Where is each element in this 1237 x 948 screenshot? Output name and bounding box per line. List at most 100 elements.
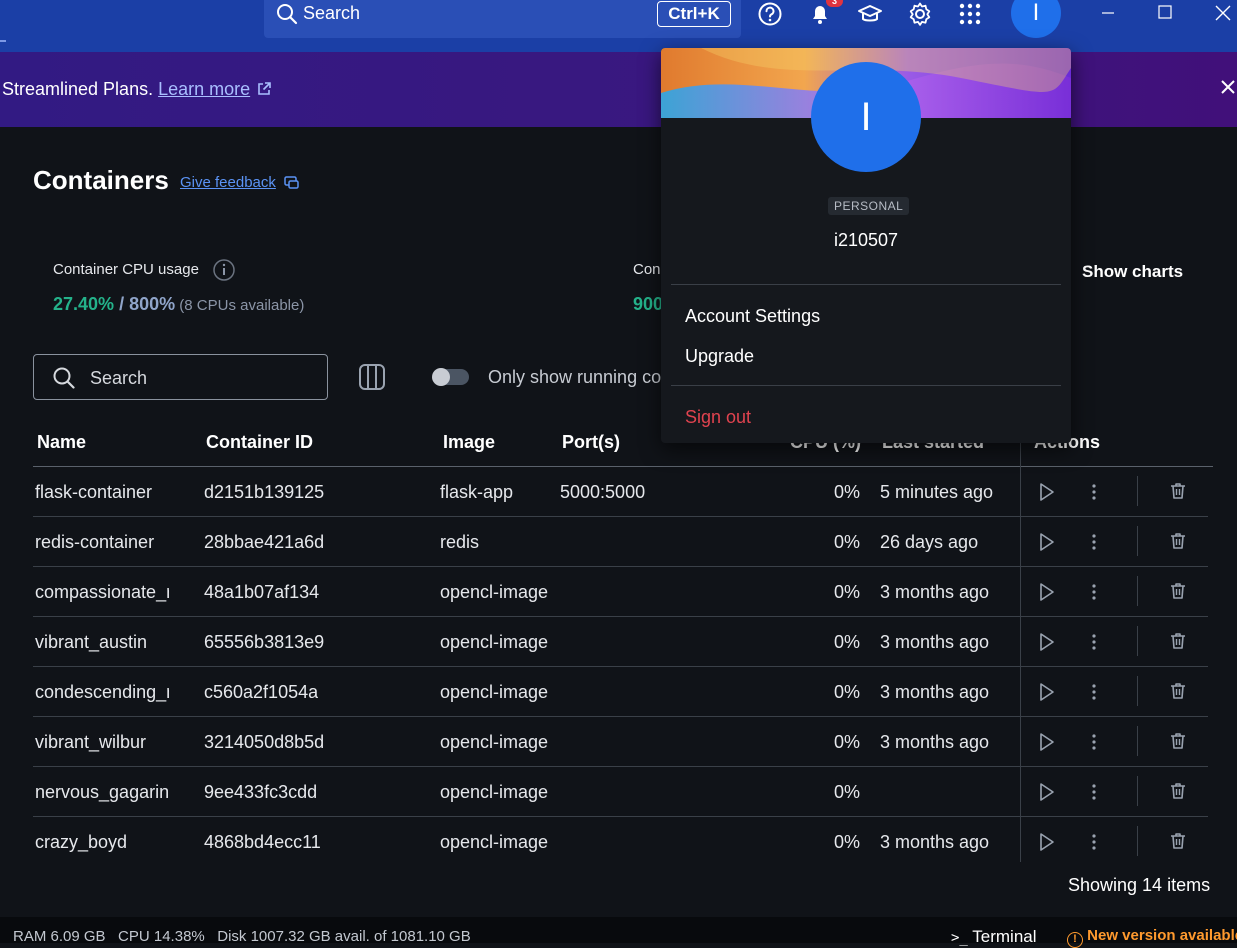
more-options-icon[interactable]	[1091, 682, 1097, 702]
account-menu: I PERSONAL i210507 Account Settings Upgr…	[661, 48, 1071, 443]
help-icon[interactable]	[757, 1, 783, 27]
table-row[interactable]: vibrant_austin 65556b3813e9 opencl-image 0%…	[33, 617, 1213, 667]
status-bar: RAM 6.09 GB CPU 14.38% Disk 1007.32 GB a…	[0, 917, 1237, 948]
columns-icon[interactable]	[358, 363, 386, 391]
container-image[interactable]: opencl-image	[440, 682, 548, 703]
more-options-icon[interactable]	[1091, 782, 1097, 802]
table-row[interactable]: vibrant_wilbur 3214050d8b5d opencl-image 0%…	[33, 717, 1213, 767]
container-name[interactable]: redis-container	[35, 532, 169, 553]
start-icon[interactable]	[1038, 782, 1056, 802]
table-row[interactable]: redis-container 28bbae421a6d redis 0% 26 day…	[33, 517, 1213, 567]
resource-usage: RAM 6.09 GB CPU 14.38% Disk 1007.32 GB a…	[13, 928, 471, 945]
gear-icon[interactable]	[907, 1, 933, 27]
container-id: 4868bd4ecc11	[204, 832, 321, 852]
container-image[interactable]: opencl-image	[440, 782, 548, 803]
items-count: Showing 14 items	[1068, 875, 1211, 895]
feedback-icon[interactable]	[284, 176, 299, 190]
delete-icon[interactable]	[1168, 831, 1188, 851]
container-image[interactable]: opencl-image	[440, 732, 548, 753]
table-row[interactable]: compassionate_rhodes 48a1b07af134 opencl-i…	[33, 567, 1213, 617]
running-only-label: Only show running co	[488, 367, 662, 387]
actions-separator	[1137, 576, 1138, 606]
container-name[interactable]: flask-container	[35, 482, 169, 503]
actions-separator	[1137, 526, 1138, 556]
running-only-toggle[interactable]	[432, 368, 469, 386]
more-options-icon[interactable]	[1091, 532, 1097, 552]
more-options-icon[interactable]	[1091, 832, 1097, 852]
container-last-started: 3 months ago	[880, 582, 990, 602]
start-icon[interactable]	[1038, 532, 1056, 552]
container-id: 3214050d8b5d	[204, 732, 325, 752]
container-name[interactable]: compassionate_rhodes	[35, 582, 169, 603]
start-icon[interactable]	[1038, 582, 1056, 602]
col-header-image[interactable]: Image	[443, 432, 495, 453]
start-icon[interactable]	[1038, 482, 1056, 502]
minimize-icon[interactable]	[1100, 4, 1116, 20]
delete-icon[interactable]	[1168, 731, 1188, 751]
account-avatar[interactable]: I	[1011, 0, 1061, 38]
sign-out-item[interactable]: Sign out	[685, 407, 751, 428]
col-header-container-id[interactable]: Container ID	[206, 432, 313, 453]
container-name[interactable]: condescending_northcutt	[35, 682, 169, 703]
container-name[interactable]: crazy_boyd	[35, 832, 169, 853]
container-name[interactable]: nervous_gagarin	[35, 782, 169, 803]
search-icon	[52, 366, 76, 390]
container-image[interactable]: opencl-image	[440, 832, 548, 853]
container-image[interactable]: opencl-image	[440, 632, 548, 653]
container-image[interactable]: flask-app	[440, 482, 513, 503]
upgrade-item[interactable]: Upgrade	[685, 346, 754, 367]
col-header-ports[interactable]: Port(s)	[562, 432, 620, 453]
terminal-button[interactable]: >_ Terminal	[951, 927, 1037, 947]
more-options-icon[interactable]	[1091, 482, 1097, 502]
account-settings-item[interactable]: Account Settings	[685, 306, 820, 327]
container-cpu: 0%	[833, 832, 860, 852]
more-options-icon[interactable]	[1091, 582, 1097, 602]
container-name[interactable]: vibrant_austin	[35, 632, 169, 653]
external-link-icon[interactable]	[256, 81, 272, 97]
container-image[interactable]: redis	[440, 532, 479, 553]
new-version-label: New version available	[1087, 927, 1237, 944]
start-icon[interactable]	[1038, 832, 1056, 852]
start-icon[interactable]	[1038, 682, 1056, 702]
maximize-icon[interactable]	[1157, 4, 1173, 20]
table-row[interactable]: crazy_boyd 4868bd4ecc11 opencl-image 0% 3 mo…	[33, 817, 1213, 867]
delete-icon[interactable]	[1168, 531, 1188, 551]
table-row[interactable]: nervous_gagarin 9ee433fc3cdd opencl-image 0…	[33, 767, 1213, 817]
delete-icon[interactable]	[1168, 581, 1188, 601]
delete-icon[interactable]	[1168, 631, 1188, 651]
container-search-input[interactable]: Search	[33, 354, 328, 400]
container-name[interactable]: vibrant_wilbur	[35, 732, 169, 753]
start-icon[interactable]	[1038, 632, 1056, 652]
more-options-icon[interactable]	[1091, 632, 1097, 652]
learning-center-icon[interactable]	[857, 1, 883, 27]
give-feedback-link[interactable]: Give feedback	[180, 174, 276, 191]
actions-separator	[1137, 476, 1138, 506]
container-ports[interactable]: 5000:5000	[560, 482, 645, 503]
cpu-usage-value: 27.40% / 800% (8 CPUs available)	[53, 294, 304, 315]
delete-icon[interactable]	[1168, 681, 1188, 701]
close-banner-icon[interactable]	[1220, 79, 1236, 95]
start-icon[interactable]	[1038, 732, 1056, 752]
delete-icon[interactable]	[1168, 481, 1188, 501]
container-last-started: 3 months ago	[880, 832, 990, 852]
table-row[interactable]: flask-container d2151b139125 flask-app 5000…	[33, 467, 1213, 517]
container-last-started: 3 months ago	[880, 682, 990, 702]
container-cpu: 0%	[833, 732, 860, 752]
close-window-icon[interactable]	[1214, 4, 1232, 22]
global-search[interactable]: Search Ctrl+K	[264, 0, 741, 38]
show-charts-button[interactable]: Show charts	[1082, 262, 1183, 282]
cpu-separator: /	[114, 294, 130, 314]
container-last-started: 3 months ago	[880, 632, 990, 652]
container-image[interactable]: opencl-image	[440, 582, 548, 603]
plan-badge: PERSONAL	[828, 197, 910, 215]
col-header-name[interactable]: Name	[37, 432, 86, 453]
delete-icon[interactable]	[1168, 781, 1188, 801]
learn-more-link[interactable]: Learn more	[158, 79, 250, 99]
more-options-icon[interactable]	[1091, 732, 1097, 752]
cpu-percent: 27.40%	[53, 294, 115, 314]
info-icon[interactable]	[212, 258, 236, 282]
new-version-notice[interactable]: ! New version available	[1067, 927, 1237, 948]
table-row[interactable]: condescending_northcutt c560a2f1054a openc…	[33, 667, 1213, 717]
apps-grid-icon[interactable]	[957, 1, 983, 27]
memory-usage-label: Con	[633, 261, 661, 278]
